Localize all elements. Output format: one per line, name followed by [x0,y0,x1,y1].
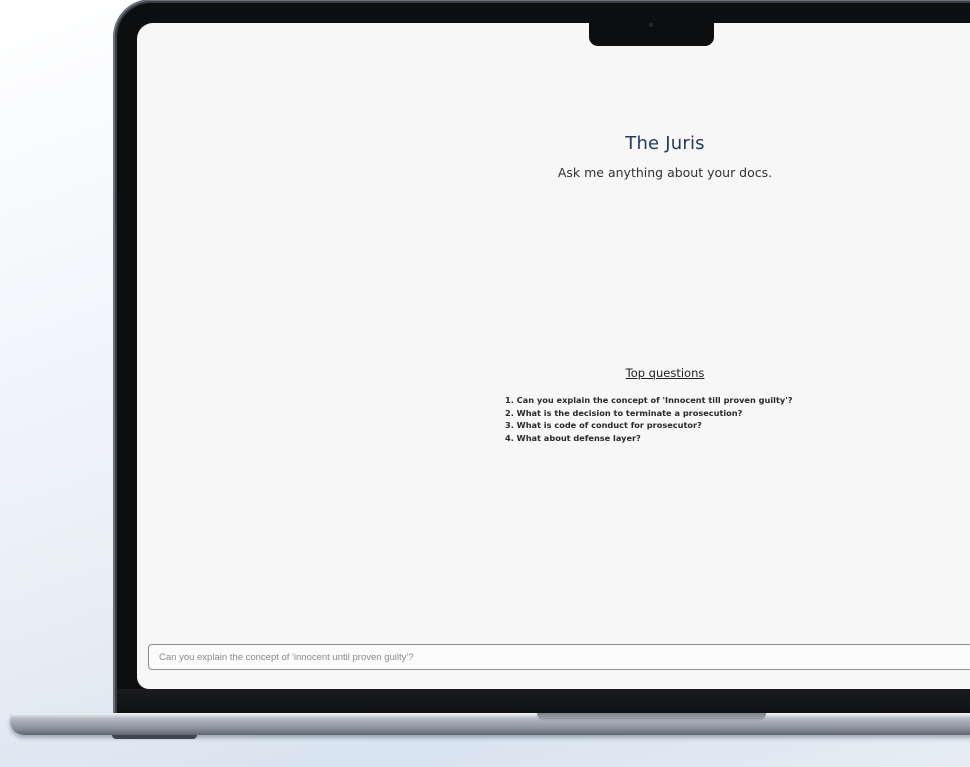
app-title: The Juris [625,133,705,154]
question-item[interactable]: 4. What about defense layer? [505,432,792,445]
app-subtitle: Ask me anything about your docs. [557,165,773,180]
top-questions-list: 1. Can you explain the concept of 'Innoc… [505,394,792,444]
chat-input[interactable] [148,644,970,670]
question-item[interactable]: 2. What is the decision to terminate a p… [505,407,792,420]
app-screen [137,23,970,689]
base-highlight [10,713,970,717]
bezel-bottom [117,689,970,715]
question-item[interactable]: 1. Can you explain the concept of 'Innoc… [505,394,792,407]
camera-notch [589,20,714,46]
top-questions-heading: Top questions [625,366,705,380]
trackpad-notch [537,713,766,721]
laptop-foot [112,735,197,739]
laptop-base [10,713,970,735]
question-item[interactable]: 3. What is code of conduct for prosecuto… [505,419,792,432]
camera-icon [649,23,653,27]
